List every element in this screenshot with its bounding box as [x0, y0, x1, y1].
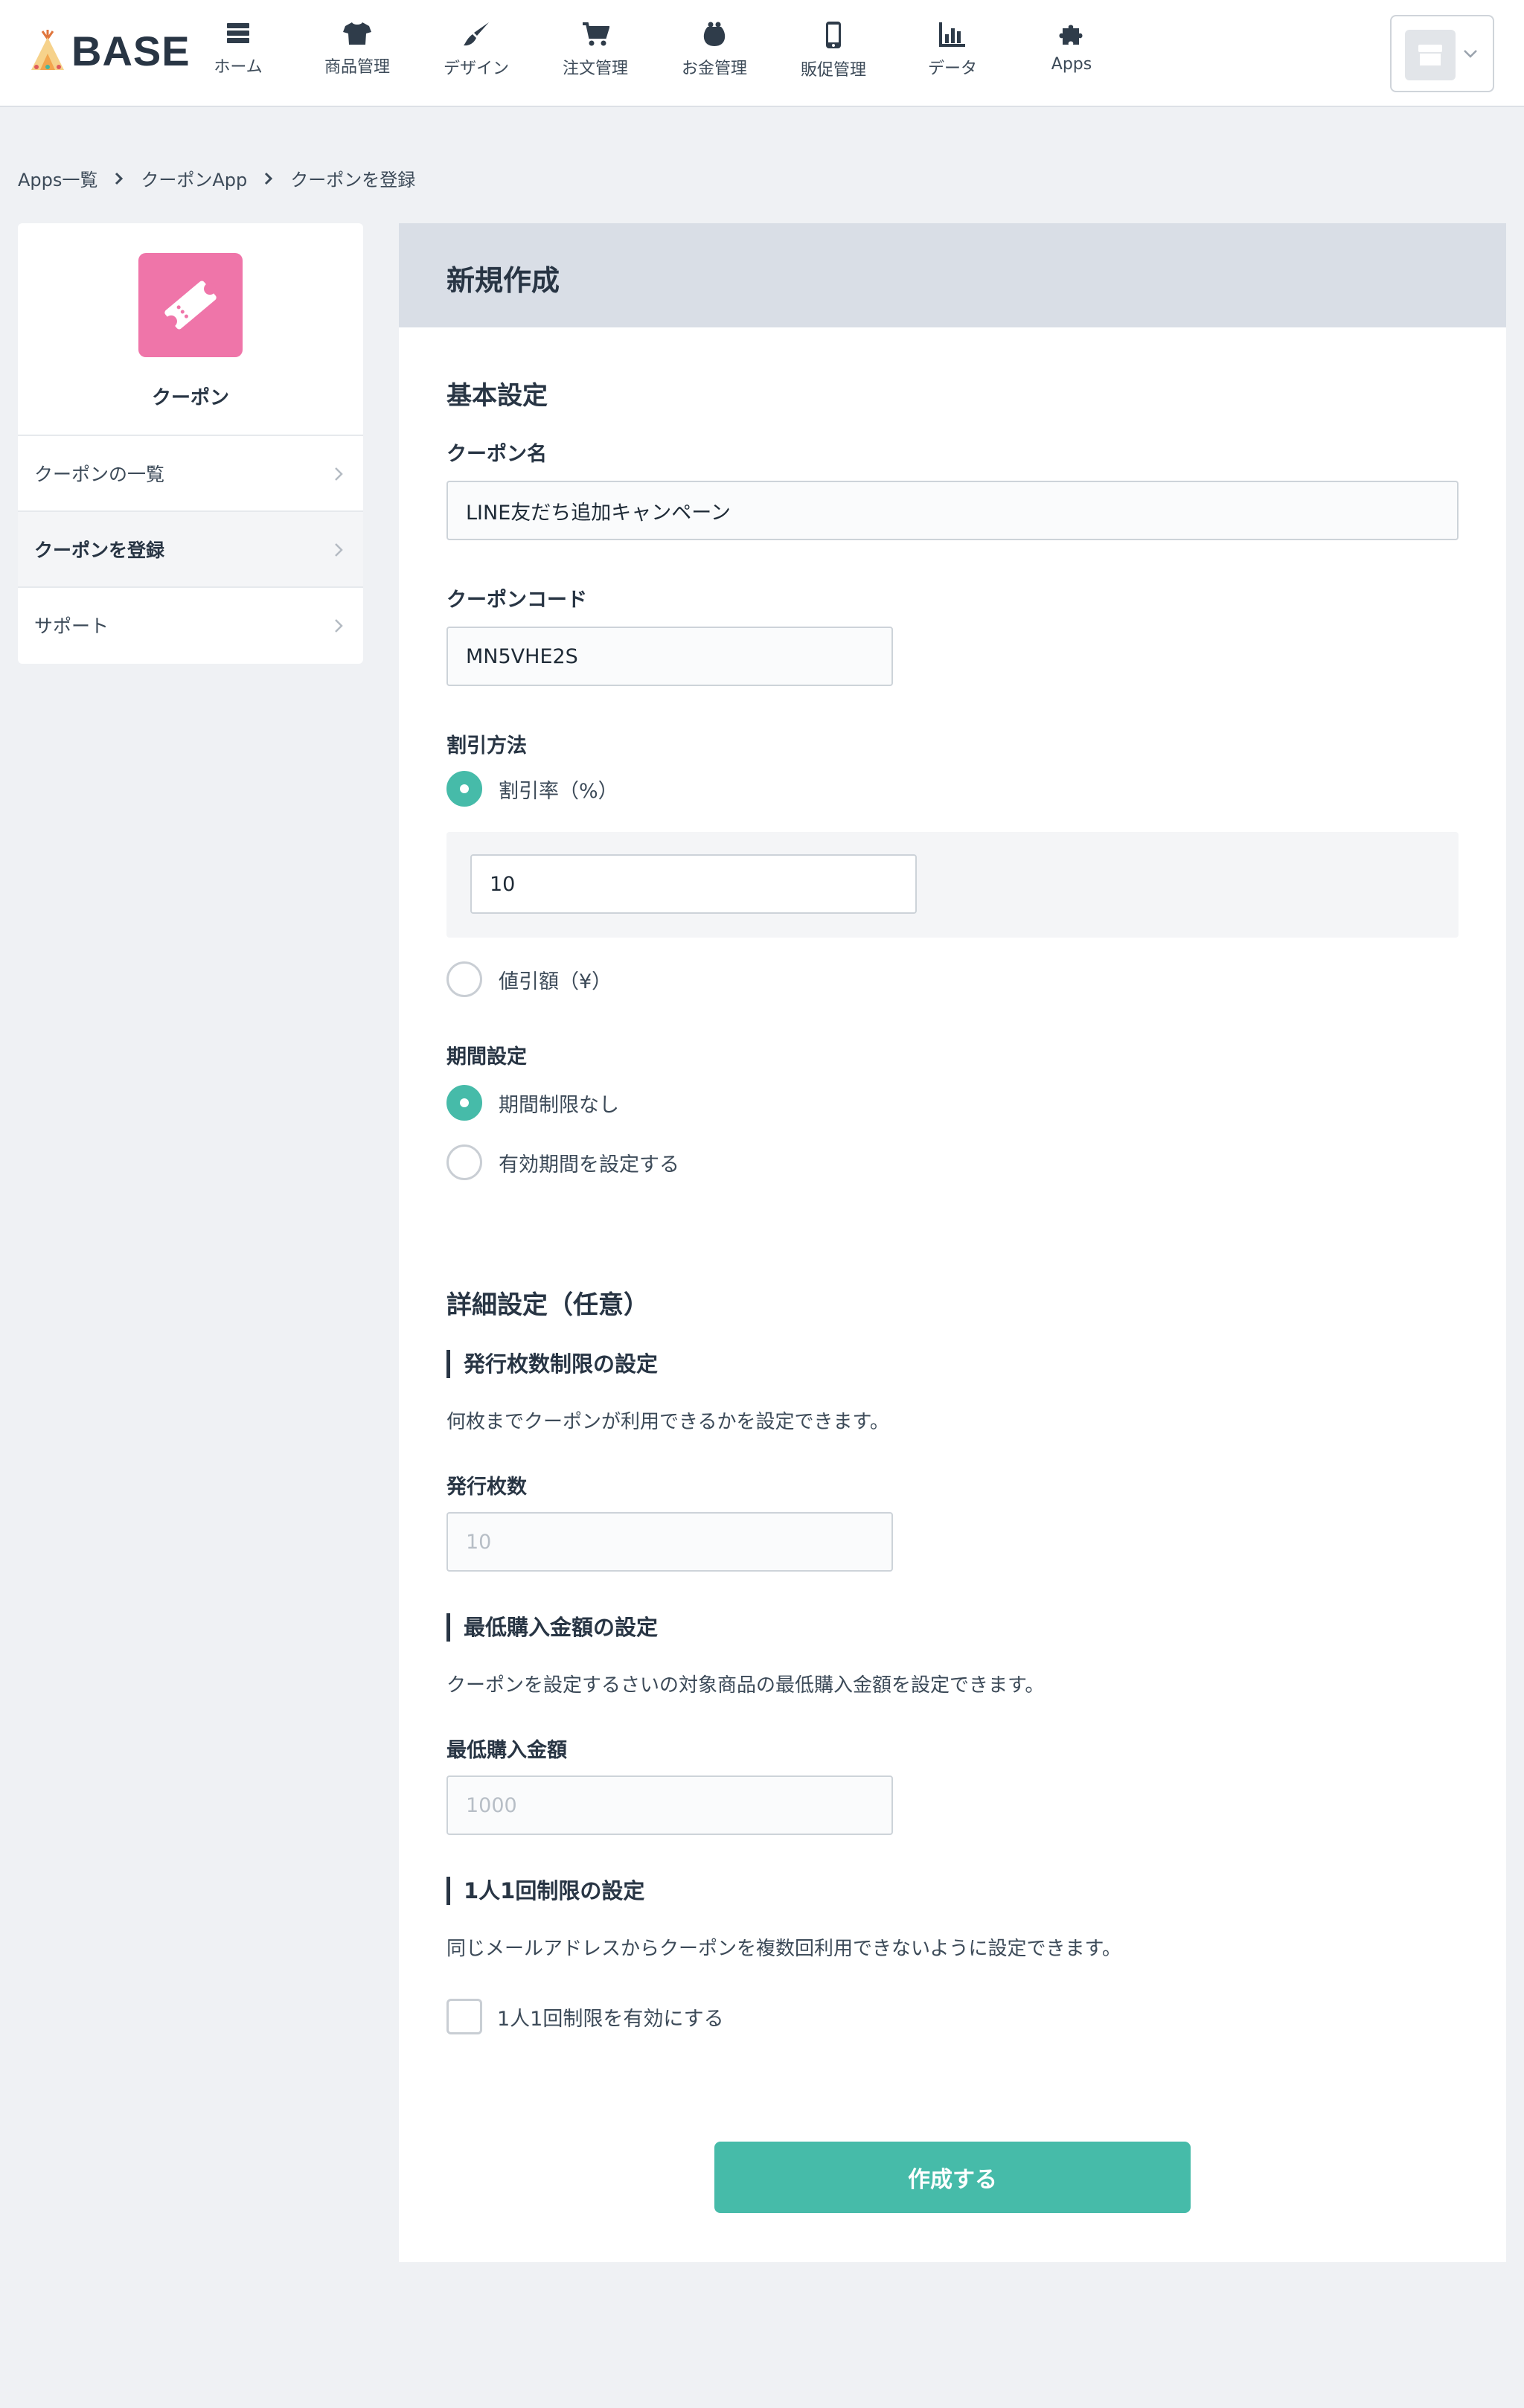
nav-label: 商品管理: [324, 58, 390, 77]
app-sidebar: クーポン クーポンの一覧 クーポンを登録 サポート: [18, 223, 363, 664]
min-purchase-title: 最低購入金額の設定: [446, 1613, 658, 1642]
cart-icon: [583, 22, 609, 46]
discount-rate-input[interactable]: 10: [470, 854, 917, 914]
nav-label: デザイン: [443, 60, 509, 78]
coupon-code-value: MN5VHE2S: [466, 644, 578, 668]
discount-rate-panel: 10: [446, 832, 1459, 938]
discount-amount-option[interactable]: 値引額（¥）: [446, 961, 612, 997]
nav-label: Apps: [1051, 55, 1092, 74]
basic-settings-title: 基本設定: [446, 381, 548, 411]
period-label: 期間設定: [446, 1046, 527, 1069]
tshirt-icon: [343, 22, 371, 45]
coupon-form-panel: 新規作成 基本設定 クーポン名 LINE友だち追加キャンペーン クーポンコード …: [399, 223, 1506, 2262]
breadcrumb-apps-link[interactable]: Apps一覧: [18, 165, 97, 191]
discount-rate-option[interactable]: 割引率（%）: [446, 771, 618, 807]
issue-count-placeholder: 10: [466, 1530, 492, 1554]
page-title: 新規作成: [446, 264, 560, 297]
base-logo[interactable]: BASE: [30, 27, 190, 74]
min-purchase-label: 最低購入金額: [446, 1739, 567, 1762]
sidebar-menu: クーポンの一覧 クーポンを登録 サポート: [18, 435, 363, 662]
nav-label: データ: [927, 60, 977, 78]
chevron-right-icon: [335, 543, 343, 557]
sidebar-item-label: クーポンの一覧: [34, 464, 165, 485]
breadcrumb: Apps一覧 クーポンApp クーポンを登録: [18, 165, 415, 191]
period-none-option[interactable]: 期間制限なし: [446, 1085, 619, 1121]
logo-text: BASE: [71, 27, 190, 74]
coupon-code-label: クーポンコード: [446, 589, 587, 612]
nav-label: 注文管理: [562, 60, 628, 78]
period-none-label: 期間制限なし: [499, 1093, 619, 1117]
sidebar-item-label: サポート: [34, 615, 109, 637]
nav-promotion[interactable]: 販促管理: [781, 21, 886, 80]
detail-settings-title: 詳細設定（任意）: [446, 1290, 649, 1320]
shop-icon: [1405, 30, 1456, 80]
breadcrumb-current: クーポンを登録: [290, 170, 416, 190]
issue-count-input[interactable]: 10: [446, 1512, 893, 1572]
chevron-right-icon: [115, 172, 124, 185]
coupon-name-value: LINE友だち追加キャンペーン: [466, 501, 731, 525]
nav-data[interactable]: データ: [900, 21, 1005, 79]
min-purchase-placeholder: 1000: [466, 1793, 517, 1817]
ticket-icon: [164, 281, 217, 330]
sidebar-item-label: クーポンを登録: [34, 539, 165, 561]
discount-method-label: 割引方法: [446, 734, 527, 758]
brush-icon: [464, 22, 489, 46]
discount-amount-radio[interactable]: [446, 961, 482, 997]
discount-rate-radio[interactable]: [446, 771, 482, 807]
discount-rate-label: 割引率（%）: [499, 779, 618, 803]
coupon-name-label: クーポン名: [446, 443, 547, 466]
coupon-app-tile: [138, 253, 243, 357]
breadcrumb-coupon-app-link[interactable]: クーポンApp: [141, 165, 247, 191]
sidebar-item-register-coupon[interactable]: クーポンを登録: [18, 510, 363, 586]
chevron-right-icon: [265, 172, 273, 185]
nav-products[interactable]: 商品管理: [305, 21, 409, 77]
nav-label: ホーム: [214, 58, 263, 77]
one-per-person-label: 1人1回制限を有効にする: [497, 2007, 724, 2031]
purse-icon: [703, 22, 726, 46]
discount-rate-value: 10: [490, 872, 516, 896]
list-icon: [227, 23, 249, 43]
panel-header: 新規作成: [399, 223, 1506, 327]
min-purchase-input[interactable]: 1000: [446, 1775, 893, 1835]
nav-apps[interactable]: Apps: [1019, 21, 1124, 74]
nav-money[interactable]: お金管理: [662, 21, 766, 79]
create-button[interactable]: 作成する: [714, 2142, 1191, 2213]
teepee-logo-icon: [31, 30, 64, 70]
one-per-person-checkbox[interactable]: [446, 1999, 482, 2034]
app-name: クーポン: [151, 387, 229, 409]
sidebar-item-support[interactable]: サポート: [18, 586, 363, 662]
period-set-radio[interactable]: [446, 1144, 482, 1180]
chevron-right-icon: [335, 467, 343, 481]
chevron-down-icon: [1464, 50, 1477, 58]
bar-chart-icon: [939, 22, 965, 47]
nav-home[interactable]: ホーム: [186, 21, 290, 77]
period-set-option[interactable]: 有効期間を設定する: [446, 1144, 679, 1180]
discount-amount-label: 値引額（¥）: [499, 970, 612, 993]
issue-limit-description: 何枚までクーポンが利用できるかを設定できます。: [446, 1411, 889, 1433]
top-header: BASE ホーム 商品管理 デザイン 注文管理 お金管理 販促管理 データ Ap…: [0, 0, 1524, 107]
chevron-right-icon: [335, 619, 343, 633]
issue-limit-title: 発行枚数制限の設定: [446, 1350, 658, 1378]
coupon-name-input[interactable]: LINE友だち追加キャンペーン: [446, 481, 1459, 540]
nav-label: お金管理: [681, 60, 747, 78]
period-none-radio[interactable]: [446, 1085, 482, 1121]
min-purchase-description: クーポンを設定するさいの対象商品の最低購入金額を設定できます。: [446, 1674, 1045, 1697]
nav-design[interactable]: デザイン: [424, 21, 528, 79]
nav-orders[interactable]: 注文管理: [543, 21, 647, 79]
coupon-code-input[interactable]: MN5VHE2S: [446, 627, 893, 686]
one-per-person-description: 同じメールアドレスからクーポンを複数回利用できないように設定できます。: [446, 1938, 1121, 1960]
shop-switcher[interactable]: [1390, 15, 1494, 92]
puzzle-icon: [1059, 25, 1083, 45]
smartphone-icon: [826, 22, 841, 48]
one-per-person-option[interactable]: 1人1回制限を有効にする: [446, 1999, 724, 2034]
sidebar-item-coupon-list[interactable]: クーポンの一覧: [18, 435, 363, 510]
nav-label: 販促管理: [800, 61, 866, 80]
issue-count-label: 発行枚数: [446, 1476, 527, 1499]
one-per-person-title: 1人1回制限の設定: [446, 1877, 644, 1905]
period-set-label: 有効期間を設定する: [499, 1153, 679, 1176]
